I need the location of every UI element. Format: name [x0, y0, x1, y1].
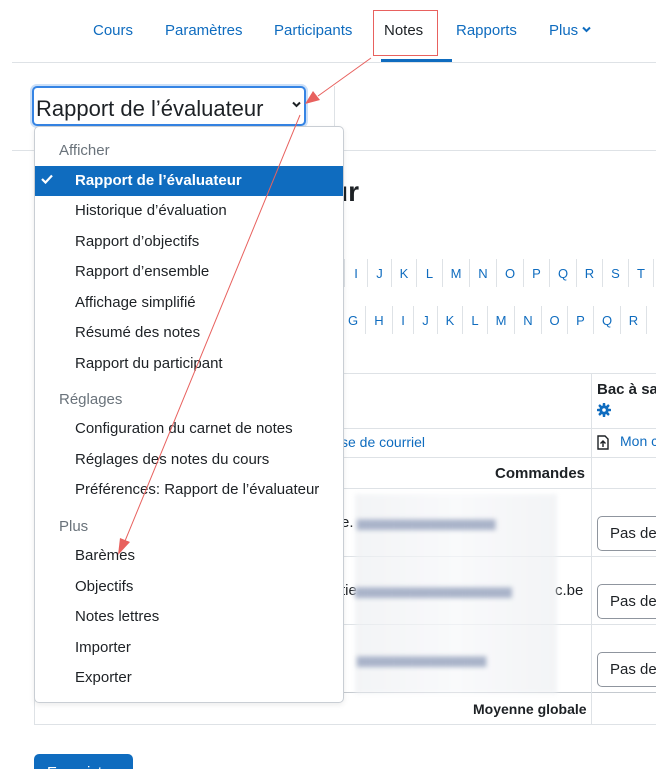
- menu-item-affichage-simplifie[interactable]: Affichage simplifié: [35, 288, 343, 318]
- commands-label: Commandes: [495, 465, 586, 482]
- initial-letter[interactable]: K: [438, 306, 463, 334]
- redacted-email: ▆▆▆▆▆▆▆▆▆▆▆▆▆▆: [357, 653, 487, 667]
- initial-letter[interactable]: R: [621, 306, 647, 334]
- chevron-down-icon: [582, 26, 591, 33]
- initial-letter[interactable]: M: [443, 259, 470, 287]
- menu-section-header: Plus: [59, 518, 89, 535]
- menu-item-rapport-ensemble[interactable]: Rapport d’ensemble: [35, 257, 343, 287]
- annotation-arrowhead: [305, 91, 320, 104]
- initial-letter[interactable]: O: [497, 259, 524, 287]
- initial-letter[interactable]: N: [515, 306, 542, 334]
- grade-select[interactable]: Pas de: [597, 584, 656, 619]
- menu-item-baremes[interactable]: Barèmes: [35, 541, 343, 571]
- divider: [334, 86, 335, 126]
- menu-item-rapport-participant[interactable]: Rapport du participant: [35, 349, 343, 379]
- initial-letter[interactable]: R: [577, 259, 603, 287]
- initial-letter[interactable]: T: [629, 259, 654, 287]
- email-column-header[interactable]: se de courriel: [341, 434, 425, 450]
- grade-select[interactable]: Pas de: [597, 652, 656, 687]
- initial-letter[interactable]: P: [568, 306, 594, 334]
- assignment-link[interactable]: Mon c: [620, 433, 656, 449]
- menu-section-header: Afficher: [59, 142, 110, 159]
- initial-letter[interactable]: L: [417, 259, 443, 287]
- gear-icon[interactable]: [597, 403, 611, 417]
- menu-item-notes-lettres[interactable]: Notes lettres: [35, 602, 343, 632]
- save-button[interactable]: Enregistrer: [34, 754, 133, 769]
- report-selector-label: Rapport de l’évaluateur: [36, 96, 264, 121]
- report-dropdown-menu: Afficher Rapport de l’évaluateur Histori…: [34, 126, 344, 703]
- initial-letter[interactable]: G: [341, 306, 366, 334]
- annotation-arrow-line: [317, 57, 372, 97]
- menu-item-reglages-notes[interactable]: Réglages des notes du cours: [35, 445, 343, 475]
- redacted-email: ▆▆▆▆▆▆▆▆▆▆▆▆▆▆▆: [357, 516, 496, 530]
- nav-rapports[interactable]: Rapports: [456, 22, 517, 39]
- initial-letter[interactable]: J: [368, 259, 392, 287]
- menu-item-objectifs[interactable]: Objectifs: [35, 572, 343, 602]
- initial-letter[interactable]: L: [463, 306, 488, 334]
- initial-letter[interactable]: S: [603, 259, 629, 287]
- grade-item-column-header[interactable]: Bac à sa: [597, 381, 656, 398]
- menu-item-historique[interactable]: Historique d’évaluation: [35, 196, 343, 226]
- nav-plus-label: Plus: [549, 22, 579, 39]
- initials-bar-first-name: I J K L M N O P Q R S T: [344, 259, 654, 287]
- menu-item-configuration[interactable]: Configuration du carnet de notes: [35, 414, 343, 444]
- nav-cours[interactable]: Cours: [93, 22, 133, 39]
- annotation-highlight-box: [373, 10, 438, 56]
- menu-item-label: Rapport de l’évaluateur: [75, 172, 242, 189]
- initial-letter[interactable]: I: [345, 259, 368, 287]
- initial-letter[interactable]: P: [524, 259, 550, 287]
- file-upload-icon: [597, 435, 609, 450]
- check-icon: [41, 174, 53, 184]
- initial-letter[interactable]: Q: [594, 306, 621, 334]
- initial-letter[interactable]: H: [366, 306, 393, 334]
- initial-letter[interactable]: M: [488, 306, 515, 334]
- initial-letter[interactable]: N: [470, 259, 497, 287]
- redacted-email: ▆▆▆▆▆▆▆▆▆▆▆▆▆▆▆▆▆: [355, 584, 512, 598]
- active-tab-indicator: [381, 59, 452, 62]
- user-email-suffix: c.be: [555, 582, 584, 599]
- initial-letter[interactable]: J: [414, 306, 438, 334]
- initial-letter[interactable]: K: [392, 259, 417, 287]
- menu-item-importer[interactable]: Importer: [35, 633, 343, 663]
- initial-letter[interactable]: I: [393, 306, 414, 334]
- nav-parametres[interactable]: Paramètres: [165, 22, 243, 39]
- menu-item-exporter[interactable]: Exporter: [35, 663, 343, 693]
- chevron-down-icon: [292, 101, 301, 108]
- menu-section-header: Réglages: [59, 391, 123, 408]
- initial-letter[interactable]: Q: [550, 259, 577, 287]
- menu-item-resume-notes[interactable]: Résumé des notes: [35, 318, 343, 348]
- overall-average-label: Moyenne globale: [473, 701, 587, 717]
- menu-item-rapport-evaluateur[interactable]: Rapport de l’évaluateur: [35, 166, 343, 196]
- divider: [591, 374, 592, 725]
- nav-plus[interactable]: Plus: [549, 22, 591, 39]
- initials-bar-last-name: G H I J K L M N O P Q R: [341, 306, 647, 334]
- report-selector[interactable]: Rapport de l’évaluateur: [32, 86, 306, 126]
- menu-item-preferences[interactable]: Préférences: Rapport de l’évaluateur: [35, 475, 343, 505]
- nav-participants[interactable]: Participants: [274, 22, 352, 39]
- grade-select[interactable]: Pas de: [597, 516, 656, 551]
- secondary-navigation: Cours Paramètres Participants Notes Rapp…: [12, 0, 656, 63]
- menu-item-rapport-objectifs[interactable]: Rapport d’objectifs: [35, 227, 343, 257]
- initial-letter[interactable]: O: [542, 306, 568, 334]
